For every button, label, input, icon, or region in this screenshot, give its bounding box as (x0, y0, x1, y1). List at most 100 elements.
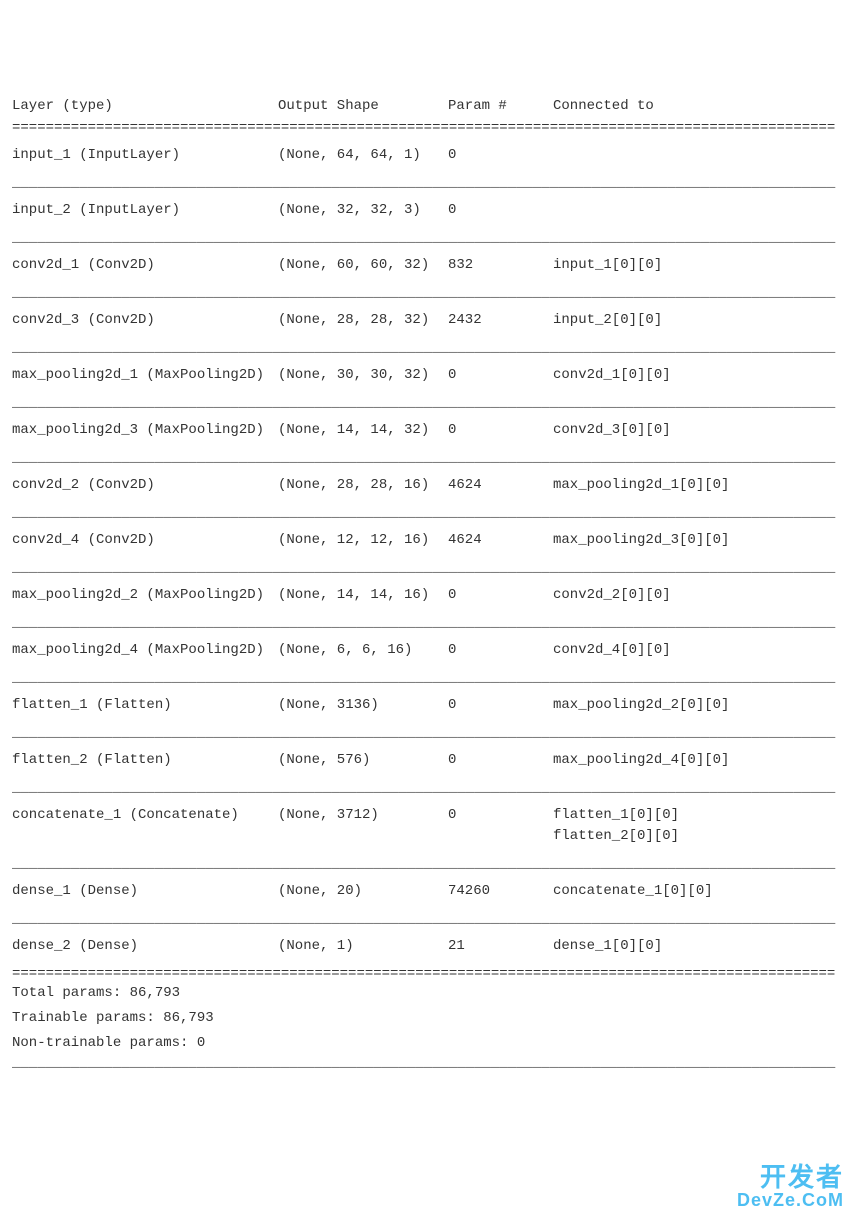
cell-output: (None, 20) (278, 881, 448, 902)
divider-double: ========================================… (12, 967, 844, 981)
cell-layer: flatten_2 (Flatten) (12, 750, 278, 771)
divider-single: ________________________________________… (12, 561, 844, 575)
cell-connected: max_pooling2d_3[0][0] (553, 530, 844, 551)
connected-item: concatenate_1[0][0] (553, 881, 844, 902)
divider-single: ________________________________________… (12, 1056, 844, 1070)
cell-param: 21 (448, 936, 553, 957)
table-row: max_pooling2d_4 (MaxPooling2D)(None, 6, … (12, 630, 844, 671)
cell-connected: flatten_1[0][0]flatten_2[0][0] (553, 805, 844, 847)
cell-layer: conv2d_4 (Conv2D) (12, 530, 278, 551)
cell-connected: input_1[0][0] (553, 255, 844, 276)
model-summary: Layer (type)Output ShapeParam #Connected… (12, 96, 844, 1070)
watermark: 开发者 DevZe.CoM (737, 1163, 844, 1211)
watermark-bottom: DevZe.CoM (737, 1191, 844, 1211)
cell-connected: max_pooling2d_2[0][0] (553, 695, 844, 716)
divider-single: ________________________________________… (12, 341, 844, 355)
cell-output: (None, 6, 6, 16) (278, 640, 448, 661)
divider-single: ________________________________________… (12, 912, 844, 926)
header-output: Output Shape (278, 96, 448, 117)
divider-single: ________________________________________… (12, 231, 844, 245)
cell-param: 0 (448, 640, 553, 661)
cell-output: (None, 30, 30, 32) (278, 365, 448, 386)
cell-param: 0 (448, 420, 553, 441)
divider-single: ________________________________________… (12, 726, 844, 740)
connected-item: max_pooling2d_2[0][0] (553, 695, 844, 716)
cell-layer: conv2d_3 (Conv2D) (12, 310, 278, 331)
cell-connected: max_pooling2d_1[0][0] (553, 475, 844, 496)
header-connected: Connected to (553, 96, 844, 117)
header-param: Param # (448, 96, 553, 117)
cell-output: (None, 60, 60, 32) (278, 255, 448, 276)
table-row: max_pooling2d_2 (MaxPooling2D)(None, 14,… (12, 575, 844, 616)
cell-param: 74260 (448, 881, 553, 902)
connected-item: max_pooling2d_3[0][0] (553, 530, 844, 551)
cell-param: 4624 (448, 530, 553, 551)
cell-param: 0 (448, 695, 553, 716)
summary-non-trainable: Non-trainable params: 0 (12, 1031, 844, 1056)
connected-item: flatten_2[0][0] (553, 826, 844, 847)
header-layer: Layer (type) (12, 96, 278, 117)
cell-param: 832 (448, 255, 553, 276)
connected-item: conv2d_3[0][0] (553, 420, 844, 441)
cell-param: 0 (448, 805, 553, 847)
cell-output: (None, 12, 12, 16) (278, 530, 448, 551)
cell-connected: conv2d_2[0][0] (553, 585, 844, 606)
cell-output: (None, 64, 64, 1) (278, 145, 448, 166)
cell-connected: max_pooling2d_4[0][0] (553, 750, 844, 771)
table-row: concatenate_1 (Concatenate)(None, 3712)0… (12, 795, 844, 857)
cell-output: (None, 14, 14, 16) (278, 585, 448, 606)
cell-param: 0 (448, 145, 553, 166)
table-row: conv2d_3 (Conv2D)(None, 28, 28, 32)2432i… (12, 300, 844, 341)
cell-layer: flatten_1 (Flatten) (12, 695, 278, 716)
cell-output: (None, 576) (278, 750, 448, 771)
connected-item: conv2d_1[0][0] (553, 365, 844, 386)
cell-connected (553, 145, 844, 166)
connected-item: dense_1[0][0] (553, 936, 844, 957)
cell-connected: conv2d_3[0][0] (553, 420, 844, 441)
connected-item: input_1[0][0] (553, 255, 844, 276)
cell-layer: conv2d_2 (Conv2D) (12, 475, 278, 496)
connected-item: flatten_1[0][0] (553, 805, 844, 826)
cell-connected: conv2d_1[0][0] (553, 365, 844, 386)
watermark-top: 开发者 (737, 1163, 844, 1192)
connected-item: max_pooling2d_4[0][0] (553, 750, 844, 771)
divider-single: ________________________________________… (12, 857, 844, 871)
cell-layer: input_1 (InputLayer) (12, 145, 278, 166)
divider-single: ________________________________________… (12, 616, 844, 630)
table-row: input_2 (InputLayer)(None, 32, 32, 3)0 (12, 190, 844, 231)
cell-output: (None, 1) (278, 936, 448, 957)
cell-layer: dense_1 (Dense) (12, 881, 278, 902)
table-row: input_1 (InputLayer)(None, 64, 64, 1)0 (12, 135, 844, 176)
divider-double: ========================================… (12, 121, 844, 135)
cell-param: 0 (448, 200, 553, 221)
cell-layer: input_2 (InputLayer) (12, 200, 278, 221)
cell-connected: concatenate_1[0][0] (553, 881, 844, 902)
cell-connected (553, 200, 844, 221)
table-row: conv2d_4 (Conv2D)(None, 12, 12, 16)4624m… (12, 520, 844, 561)
cell-output: (None, 28, 28, 16) (278, 475, 448, 496)
cell-layer: max_pooling2d_3 (MaxPooling2D) (12, 420, 278, 441)
cell-param: 0 (448, 365, 553, 386)
cell-layer: conv2d_1 (Conv2D) (12, 255, 278, 276)
cell-output: (None, 3712) (278, 805, 448, 847)
cell-layer: max_pooling2d_1 (MaxPooling2D) (12, 365, 278, 386)
cell-layer: concatenate_1 (Concatenate) (12, 805, 278, 847)
cell-output: (None, 14, 14, 32) (278, 420, 448, 441)
table-row: dense_2 (Dense)(None, 1)21dense_1[0][0] (12, 926, 844, 967)
connected-item: input_2[0][0] (553, 310, 844, 331)
divider-single: ________________________________________… (12, 286, 844, 300)
connected-item: conv2d_4[0][0] (553, 640, 844, 661)
table-row: conv2d_1 (Conv2D)(None, 60, 60, 32)832in… (12, 245, 844, 286)
table-row: conv2d_2 (Conv2D)(None, 28, 28, 16)4624m… (12, 465, 844, 506)
divider-single: ________________________________________… (12, 451, 844, 465)
cell-param: 0 (448, 585, 553, 606)
table-row: flatten_1 (Flatten)(None, 3136)0max_pool… (12, 685, 844, 726)
cell-output: (None, 3136) (278, 695, 448, 716)
cell-param: 2432 (448, 310, 553, 331)
cell-param: 0 (448, 750, 553, 771)
cell-layer: max_pooling2d_2 (MaxPooling2D) (12, 585, 278, 606)
connected-item: conv2d_2[0][0] (553, 585, 844, 606)
divider-single: ________________________________________… (12, 396, 844, 410)
table-row: max_pooling2d_3 (MaxPooling2D)(None, 14,… (12, 410, 844, 451)
table-row: flatten_2 (Flatten)(None, 576)0max_pooli… (12, 740, 844, 781)
